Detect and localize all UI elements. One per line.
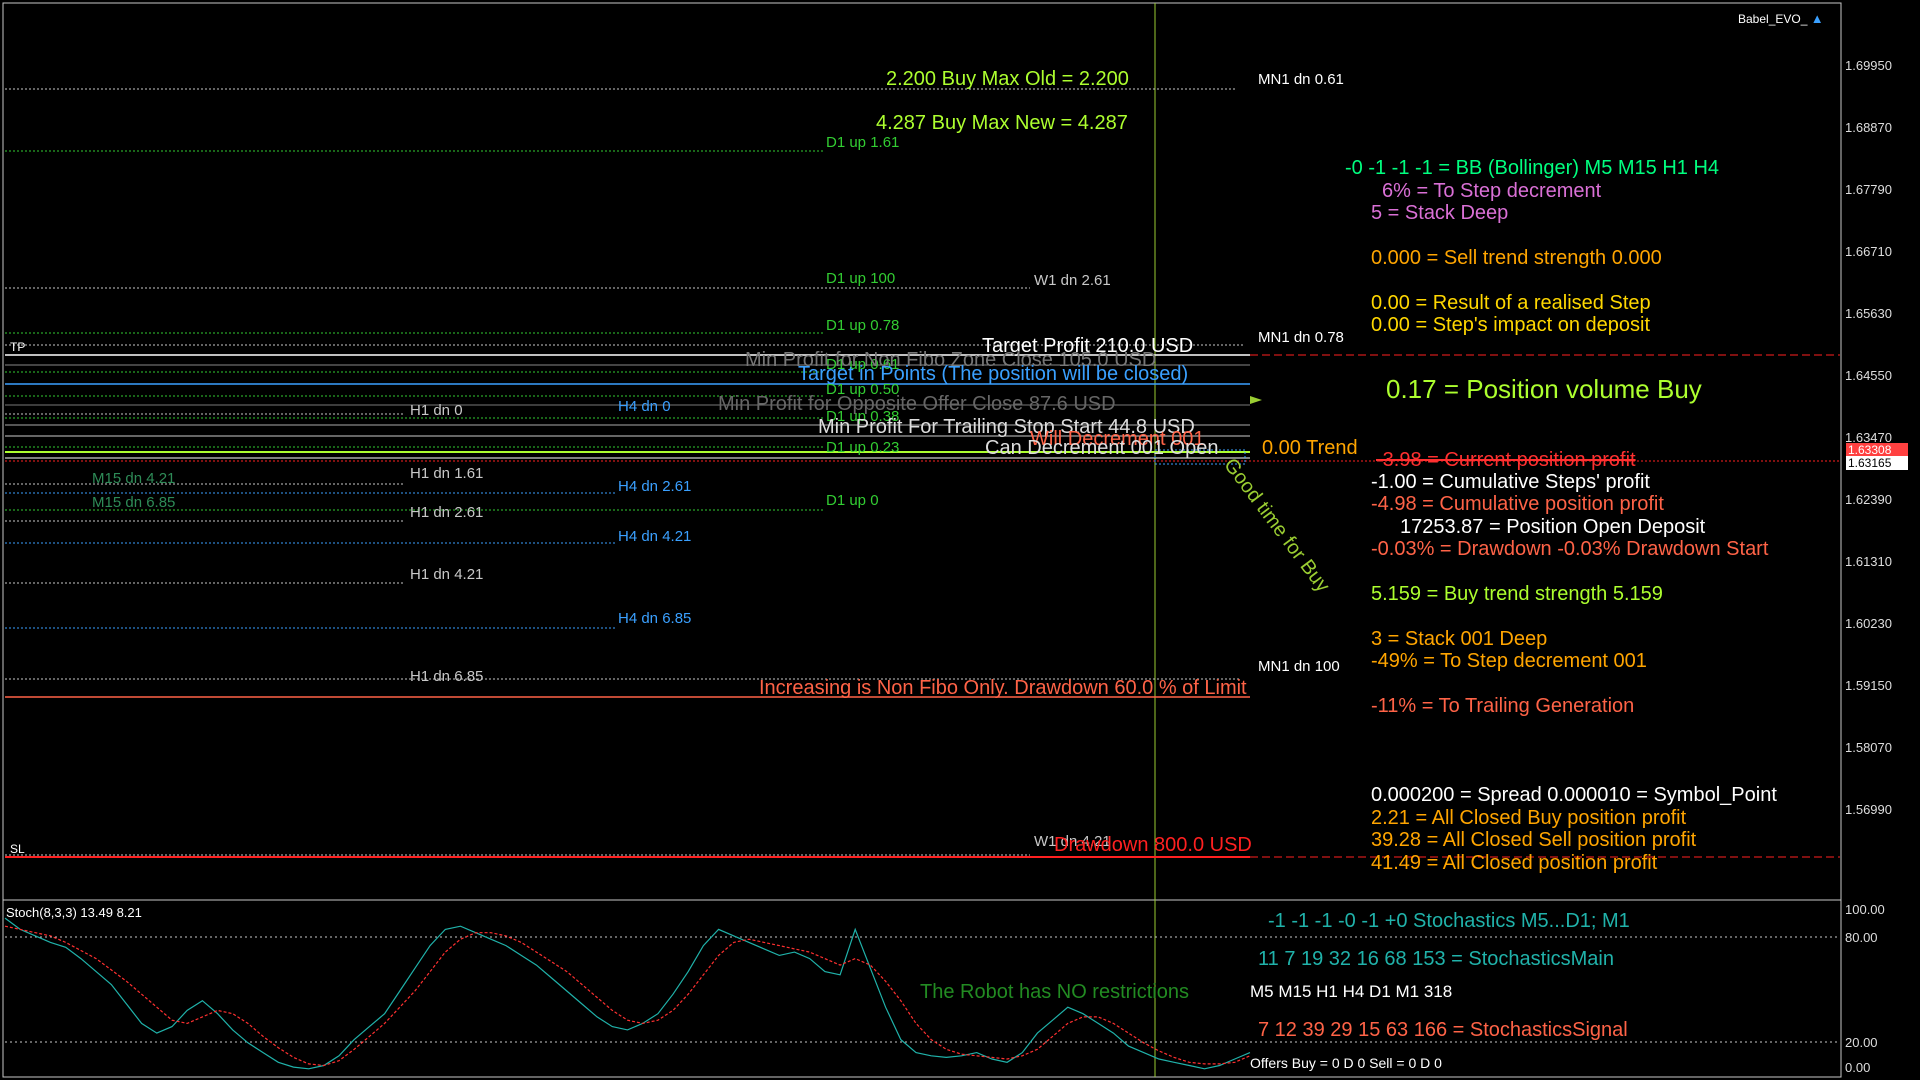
bid-price-tag: 1.63165 — [1846, 456, 1908, 470]
indicator-title: Babel_EVO_ ▲ — [1738, 12, 1824, 25]
min-profit-opposite-label: Min Profit for Opposite Offer Close 87.6… — [718, 393, 1116, 415]
price-axis-tick: 1.58070 — [1845, 740, 1892, 755]
label-m15-dn-421: M15 dn 4.21 — [92, 470, 176, 487]
current-profit: -3.98 = Current position profit — [1376, 449, 1636, 471]
offers: Offers Buy = 0 D 0 Sell = 0 D 0 — [1250, 1055, 1442, 1071]
price-axis-tick: 1.68870 — [1845, 120, 1892, 135]
label-h1-dn-685: H1 dn 6.85 — [410, 668, 484, 685]
no-restrictions: The Robot has NO restrictions — [920, 981, 1189, 1003]
step-decrement: 6% = To Step decrement — [1382, 180, 1602, 202]
window-title: Babel_EVO_ — [1738, 12, 1808, 26]
stoch-axis-tick: 0.00 — [1845, 1060, 1871, 1075]
price-axis-tick: 1.61310 — [1845, 554, 1892, 569]
label-m15-dn-685: M15 dn 6.85 — [92, 494, 176, 511]
label-d1-up-023: D1 up 0.23 — [826, 439, 900, 456]
position-volume: 0.17 = Position volume Buy — [1386, 374, 1702, 404]
ask-price-tag: 1.63308 — [1846, 443, 1908, 457]
label-mn1-dn-100: MN1 dn 100 — [1258, 658, 1340, 675]
stoch-header: Stoch(8,3,3) 13.49 8.21 — [6, 905, 142, 920]
stoch-axis-tick: 100.00 — [1845, 902, 1885, 917]
sell-trend: 0.000 = Sell trend strength 0.000 — [1371, 247, 1662, 269]
stoch-axis-tick: 80.00 — [1845, 930, 1878, 945]
price-axis-tick: 1.65630 — [1845, 306, 1892, 321]
stochastics-signal: 7 12 39 29 15 63 166 = StochasticsSignal — [1258, 1019, 1628, 1041]
closed-sell: 39.28 = All Closed Sell position profit — [1371, 829, 1697, 851]
label-h4-dn-421: H4 dn 4.21 — [618, 528, 692, 545]
stack-001: 3 = Stack 001 Deep — [1371, 628, 1548, 650]
drawdown-usd-label: Drawdown 800.0 USD — [1054, 834, 1252, 856]
non-fibo-label: Increasing is Non Fibo Only. Drawdown 60… — [759, 677, 1247, 699]
stack-deep: 5 = Stack Deep — [1371, 202, 1509, 224]
label-mn1-dn-061: MN1 dn 0.61 — [1258, 71, 1344, 88]
bb-line: -0 -1 -1 -1 = BB (Bollinger) M5 M15 H1 H… — [1345, 157, 1720, 179]
timeframes: M5 M15 H1 H4 D1 M1 318 — [1250, 982, 1453, 1001]
buy-max-new: 4.287 Buy Max New = 4.287 — [876, 112, 1128, 134]
label-d1-up-100: D1 up 100 — [826, 270, 896, 287]
label-d1-up-0: D1 up 0 — [826, 492, 879, 509]
label-h1-dn-261: H1 dn 2.61 — [410, 504, 484, 521]
cumulative-position: -4.98 = Cumulative position profit — [1371, 493, 1664, 515]
drawdown: -0.03% = Drawdown -0.03% Drawdown Start — [1371, 538, 1769, 560]
label-tp: TP — [10, 340, 26, 354]
label-h4-dn-685: H4 dn 6.85 — [618, 610, 692, 627]
label-h1-dn-0: H1 dn 0 — [410, 402, 463, 419]
stochastics-line: -1 -1 -1 -0 -1 +0 Stochastics M5...D1; M… — [1268, 910, 1630, 932]
trend-arrow-icon — [1250, 396, 1262, 404]
price-axis-tick: 1.69950 — [1845, 58, 1892, 73]
trailing-generation: -11% = To Trailing Generation — [1371, 695, 1635, 717]
price-axis-tick: 1.59150 — [1845, 678, 1892, 693]
cumulative-steps: -1.00 = Cumulative Steps' profit — [1371, 471, 1650, 493]
stoch-axis-tick: 20.00 — [1845, 1035, 1878, 1050]
can-decrement-label: Can Decrement 001 Open — [985, 437, 1219, 459]
step-impact: 0.00 = Step's impact on deposit — [1371, 314, 1650, 336]
label-d1-up-078: D1 up 0.78 — [826, 317, 900, 334]
spread: 0.000200 = Spread 0.000010 = Symbol_Poin… — [1371, 784, 1777, 806]
label-h4-dn-0: H4 dn 0 — [618, 398, 671, 415]
price-axis-tick: 1.64550 — [1845, 368, 1892, 383]
closed-buy: 2.21 = All Closed Buy position profit — [1371, 807, 1687, 829]
buy-trend: 5.159 = Buy trend strength 5.159 — [1371, 583, 1663, 605]
graduation-cap-icon: ▲ — [1810, 11, 1824, 26]
price-axis-tick: 1.62390 — [1845, 492, 1892, 507]
label-sl: SL — [10, 842, 25, 856]
buy-max-old: 2.200 Buy Max Old = 2.200 — [886, 68, 1129, 90]
label-h1-dn-421: H1 dn 4.21 — [410, 566, 484, 583]
label-h1-dn-161: H1 dn 1.61 — [410, 465, 484, 482]
stochastics-main: 11 7 19 32 16 68 153 = StochasticsMain — [1258, 948, 1614, 970]
label-d1-up-161: D1 up 1.61 — [826, 134, 900, 151]
price-axis-tick: 1.67790 — [1845, 182, 1892, 197]
price-axis-tick: 1.66710 — [1845, 244, 1892, 259]
trend-label: 0.00 Trend — [1262, 437, 1358, 459]
step-decrement-001: -49% = To Step decrement 001 — [1371, 650, 1647, 672]
label-w1-dn-261: W1 dn 2.61 — [1034, 272, 1111, 289]
price-axis-tick: 1.60230 — [1845, 616, 1892, 631]
closed-all: 41.49 = All Closed position profit — [1371, 852, 1658, 874]
label-mn1-dn-078: MN1 dn 0.78 — [1258, 329, 1344, 346]
label-h4-dn-261: H4 dn 2.61 — [618, 478, 692, 495]
result-step: 0.00 = Result of a realised Step — [1371, 292, 1651, 314]
price-axis-tick: 1.56990 — [1845, 802, 1892, 817]
target-points-label: Target in Points (The position will be c… — [798, 363, 1189, 385]
open-deposit: 17253.87 = Position Open Deposit — [1400, 516, 1706, 538]
